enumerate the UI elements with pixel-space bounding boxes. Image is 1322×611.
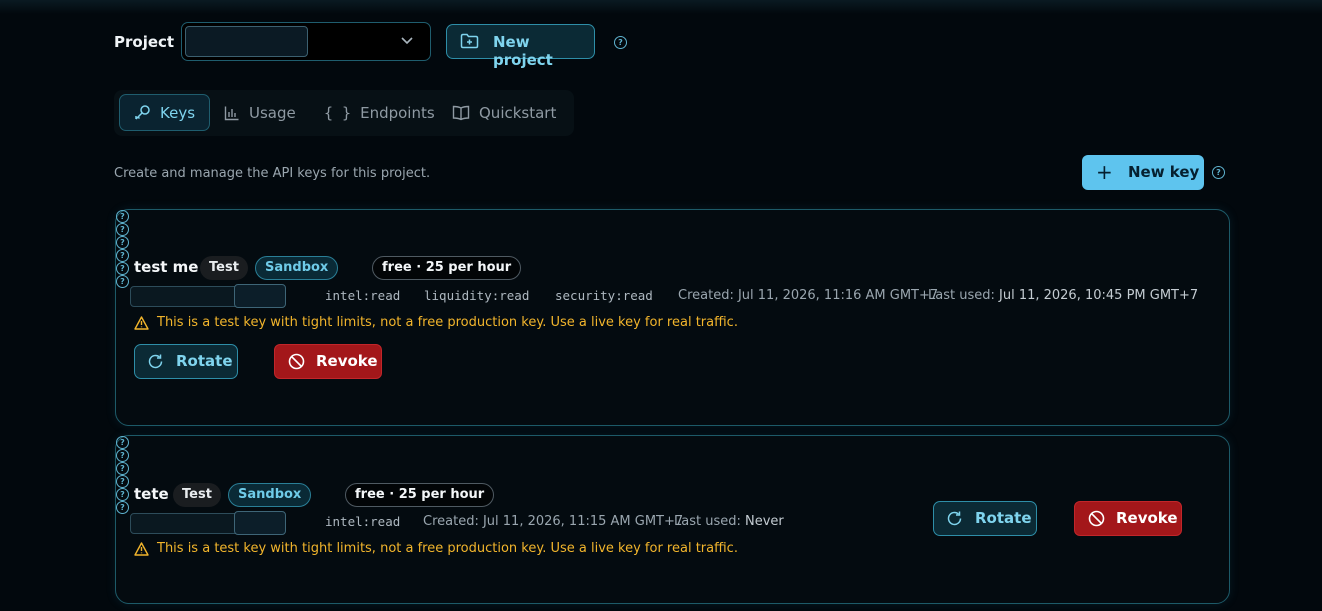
chevron-down-icon	[401, 33, 413, 49]
last-used-value: Jul 11, 2026, 10:45 PM GMT+7	[999, 288, 1199, 303]
tab-label: Endpoints	[360, 103, 435, 122]
key-name: test me	[134, 258, 199, 276]
new-project-label: New project	[493, 33, 553, 69]
revoke-button[interactable]: Revoke	[1074, 501, 1182, 536]
test-key-warning: This is a test key with tight limits, no…	[134, 315, 738, 330]
help-icon[interactable]	[116, 262, 129, 275]
warning-text: This is a test key with tight limits, no…	[157, 315, 738, 330]
help-icon[interactable]	[614, 36, 627, 49]
rotate-button[interactable]: Rotate	[933, 501, 1037, 536]
env-badge: Test	[200, 256, 248, 280]
help-icon[interactable]	[116, 275, 129, 288]
revoke-label: Revoke	[1116, 509, 1178, 527]
mode-badge: Sandbox	[255, 256, 339, 280]
help-icon[interactable]	[1212, 166, 1225, 179]
warning-triangle-icon	[134, 315, 149, 330]
book-icon	[452, 105, 470, 121]
test-key-warning: This is a test key with tight limits, no…	[134, 541, 738, 556]
tab-endpoints[interactable]: { } Endpoints	[324, 94, 435, 131]
last-used-label: Last used:	[928, 288, 995, 303]
api-key-card: test me Test Sandbox free · 25 per hour …	[115, 209, 1230, 426]
new-key-button[interactable]: + New key	[1082, 155, 1204, 190]
tab-quickstart[interactable]: Quickstart	[452, 94, 556, 131]
project-select[interactable]	[181, 22, 431, 61]
tab-keys[interactable]: Keys	[119, 94, 210, 131]
top-glow	[0, 0, 1322, 14]
warning-triangle-icon	[134, 541, 149, 556]
copy-key-segment[interactable]	[234, 511, 286, 535]
keys-description: Create and manage the API keys for this …	[114, 166, 431, 181]
key-value-field[interactable]	[130, 511, 286, 535]
ban-icon	[1088, 510, 1105, 531]
rotate-label: Rotate	[975, 509, 1032, 527]
scope-tag: security:read	[555, 288, 653, 303]
plan-badge: free · 25 per hour	[345, 483, 495, 507]
braces-icon: { }	[324, 103, 352, 122]
help-icon[interactable]	[116, 449, 129, 462]
help-icon[interactable]	[116, 462, 129, 475]
rotate-button[interactable]: Rotate	[134, 344, 238, 379]
help-icon[interactable]	[116, 501, 129, 514]
tab-label: Usage	[249, 103, 296, 122]
revoke-label: Revoke	[316, 352, 378, 370]
project-label: Project	[114, 33, 175, 51]
help-icon[interactable]	[116, 488, 129, 501]
key-icon	[134, 104, 151, 121]
revoke-button[interactable]: Revoke	[274, 344, 382, 379]
help-icon[interactable]	[116, 249, 129, 262]
folder-plus-icon	[460, 33, 479, 53]
scope-tag: intel:read	[325, 288, 401, 303]
bar-chart-icon	[224, 105, 240, 121]
last-used-value: Never	[745, 514, 784, 529]
key-name: tete	[134, 485, 169, 503]
tab-label: Keys	[160, 103, 196, 122]
new-key-label: New key	[1128, 163, 1200, 181]
ban-icon	[288, 353, 305, 374]
tab-bar: Keys Usage { } Endpoints Quickstart	[114, 90, 574, 136]
rotate-label: Rotate	[176, 352, 233, 370]
last-used: Last used: Jul 11, 2026, 10:45 PM GMT+7	[928, 288, 1198, 303]
help-icon[interactable]	[116, 223, 129, 236]
tab-label: Quickstart	[479, 103, 557, 122]
rotate-icon	[147, 353, 164, 374]
created-date: Created: Jul 11, 2026, 11:16 AM GMT+7	[678, 288, 939, 303]
help-icon[interactable]	[116, 236, 129, 249]
rotate-icon	[946, 510, 963, 531]
plus-icon: +	[1096, 160, 1113, 184]
help-icon[interactable]	[116, 436, 129, 449]
api-key-card: tete Test Sandbox free · 25 per hour int…	[115, 435, 1230, 604]
copy-key-segment[interactable]	[234, 284, 286, 308]
created-date: Created: Jul 11, 2026, 11:15 AM GMT+7	[423, 514, 684, 529]
scope-tag: intel:read	[325, 514, 401, 529]
warning-text: This is a test key with tight limits, no…	[157, 541, 738, 556]
key-value-field[interactable]	[130, 284, 286, 308]
scope-tag: liquidity:read	[424, 288, 530, 303]
last-used: Last used: Never	[674, 514, 784, 529]
last-used-label: Last used:	[674, 514, 741, 529]
help-icon[interactable]	[116, 475, 129, 488]
help-icon[interactable]	[116, 210, 129, 223]
tab-usage[interactable]: Usage	[224, 94, 296, 131]
env-badge: Test	[173, 483, 221, 507]
new-project-button[interactable]: New project	[446, 24, 595, 69]
mode-badge: Sandbox	[228, 483, 312, 507]
plan-badge: free · 25 per hour	[372, 256, 522, 280]
project-select-value	[185, 26, 308, 57]
